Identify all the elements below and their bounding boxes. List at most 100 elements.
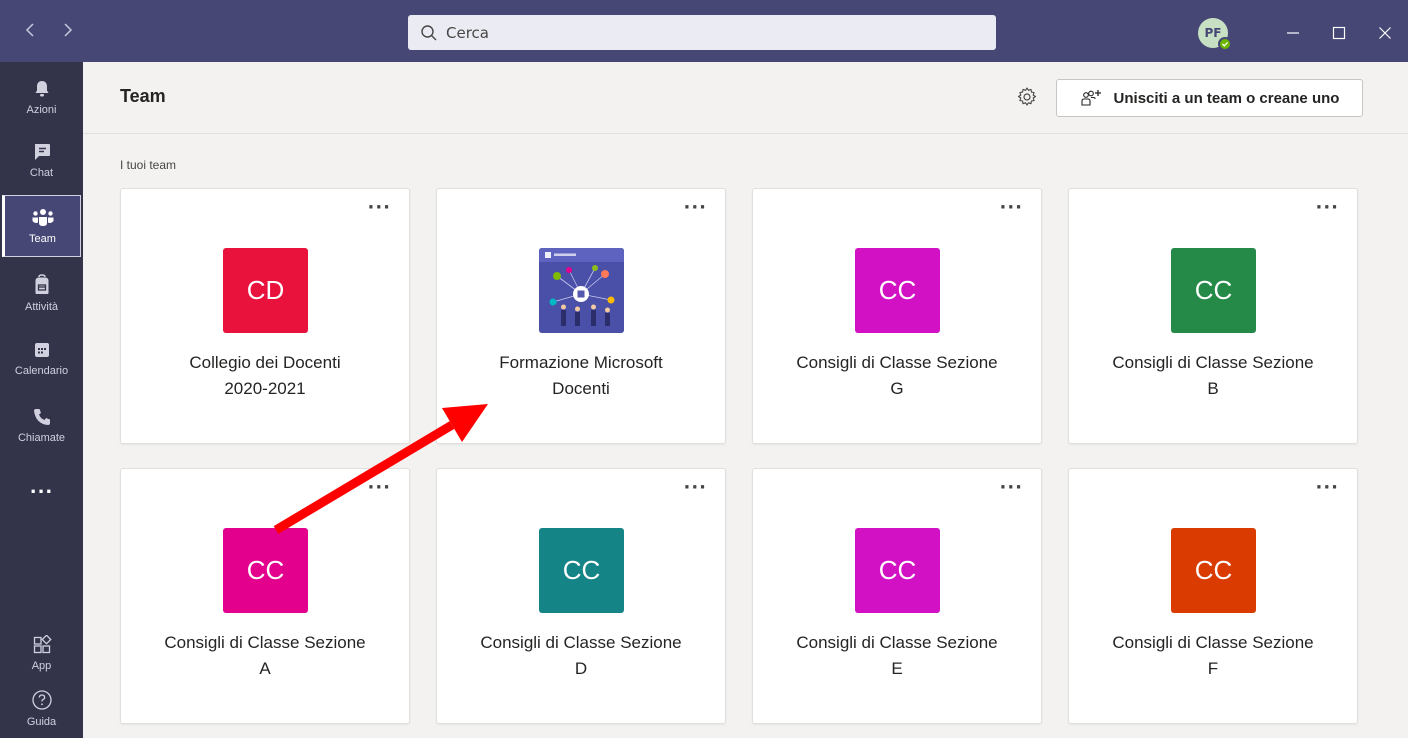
team-name: Consigli di Classe Sezione F [1079, 630, 1347, 682]
title-bar: PF [0, 0, 1408, 62]
rail-label: Chiamate [17, 431, 66, 444]
more-options-icon[interactable]: ··· [1315, 199, 1339, 217]
team-name-line: E [891, 659, 903, 678]
close-button[interactable] [1362, 18, 1408, 48]
gear-icon[interactable] [1016, 86, 1038, 108]
more-options-icon[interactable]: ··· [999, 479, 1023, 497]
rail-more-button[interactable]: ... [2, 456, 81, 518]
team-name: Consigli di Classe Sezione E [763, 630, 1031, 682]
team-avatar: CC [855, 528, 940, 613]
more-icon: ... [29, 476, 54, 498]
back-button[interactable] [20, 18, 40, 42]
team-avatar: CC [1171, 528, 1256, 613]
team-name-line: B [1207, 379, 1219, 398]
team-card[interactable]: ··· CC Consigli di Classe Sezione D [436, 468, 726, 724]
join-or-create-team-button[interactable]: Unisciti a un team o creane uno [1056, 79, 1363, 117]
team-initials: CC [1194, 275, 1233, 305]
search-input[interactable] [446, 23, 986, 42]
team-name-line: F [1207, 659, 1219, 678]
team-card[interactable]: ··· CC Consigli di Classe Sezione B [1068, 188, 1358, 444]
team-initials: CC [1194, 555, 1233, 585]
rail-item-guida[interactable]: Guida [2, 677, 81, 738]
team-card[interactable]: ··· CC Consigli di Classe Sezione F [1068, 468, 1358, 724]
more-options-icon[interactable]: ··· [683, 479, 707, 497]
rail-item-team[interactable]: Team [2, 195, 81, 257]
teams-icon [32, 208, 53, 226]
app-bar: Azioni Chat Team Attività Calendario Chi… [0, 62, 83, 738]
rail-item-chiamate[interactable]: Chiamate [2, 394, 81, 456]
more-options-icon[interactable]: ··· [999, 199, 1023, 217]
search-icon [421, 24, 437, 40]
team-name-line: Consigli di Classe Sezione [480, 633, 682, 652]
more-options-icon[interactable]: ··· [1315, 479, 1339, 497]
rail-label: Team [29, 232, 56, 245]
add-people-icon [1080, 90, 1101, 106]
team-card[interactable]: ··· Formazione Microsoft Docenti [436, 188, 726, 444]
avatar[interactable]: PF [1198, 18, 1232, 51]
rail-item-attivita[interactable]: Attività [2, 262, 81, 324]
rail-label: Guida [26, 715, 57, 728]
history-nav [20, 18, 78, 42]
team-name: Consigli di Classe Sezione B [1079, 350, 1347, 402]
presence-available-icon [1218, 37, 1232, 51]
more-options-icon[interactable]: ··· [367, 199, 391, 217]
team-initials: CD [246, 275, 285, 305]
team-card[interactable]: ··· CC Consigli di Classe Sezione A [120, 468, 410, 724]
team-avatar: CC [223, 528, 308, 613]
rail-item-chat[interactable]: Chat [2, 129, 81, 191]
team-avatar: CC [855, 248, 940, 333]
team-avatar: CC [539, 528, 624, 613]
maximize-icon [1332, 26, 1346, 40]
rail-label: Azioni [26, 103, 57, 116]
team-card[interactable]: ··· CD Collegio dei Docenti 2020-2021 [120, 188, 410, 444]
search-box[interactable] [408, 15, 996, 50]
rail-item-azioni[interactable]: Azioni [2, 66, 81, 128]
team-name-line: Docenti [552, 379, 610, 398]
close-icon [1379, 27, 1391, 39]
team-name-line: D [574, 659, 588, 678]
avatar-initials: PF [1204, 26, 1222, 40]
team-card[interactable]: ··· CC Consigli di Classe Sezione E [752, 468, 1042, 724]
team-initials: CC [246, 555, 285, 585]
section-label-your-teams: I tuoi team [120, 158, 177, 172]
rail-item-calendario[interactable]: Calendario [2, 327, 81, 389]
forward-button[interactable] [58, 18, 78, 42]
team-name-line: Collegio dei Docenti [189, 353, 341, 372]
team-initials: CC [562, 555, 601, 585]
minimize-button[interactable] [1270, 18, 1316, 48]
team-name-line: 2020-2021 [224, 379, 306, 398]
more-options-icon[interactable]: ··· [683, 199, 707, 217]
rail-item-app[interactable]: App [2, 622, 81, 684]
chevron-right-icon [64, 23, 73, 37]
team-name: Formazione Microsoft Docenti [447, 350, 715, 402]
microsoft-teams-image [539, 248, 624, 333]
team-name: Consigli di Classe Sezione G [763, 350, 1031, 402]
team-name-line: Consigli di Classe Sezione [796, 633, 998, 652]
rail-label: App [31, 659, 52, 672]
team-name-line: A [259, 659, 271, 678]
rail-label: Calendario [14, 364, 69, 377]
more-options-icon[interactable]: ··· [367, 479, 391, 497]
chat-icon [34, 143, 50, 160]
team-name: Consigli di Classe Sezione A [131, 630, 399, 682]
rail-label: Chat [29, 166, 54, 179]
chevron-left-icon [25, 23, 34, 37]
minimize-icon [1287, 32, 1299, 34]
page-title: Team [120, 86, 166, 106]
maximize-button[interactable] [1316, 18, 1362, 48]
team-name-line: Consigli di Classe Sezione [796, 353, 998, 372]
team-name-line: Consigli di Classe Sezione [164, 633, 366, 652]
team-name-line: G [890, 379, 904, 398]
phone-icon [33, 408, 50, 425]
team-initials: CC [878, 555, 917, 585]
backpack-icon [35, 273, 48, 294]
bell-icon [35, 80, 48, 96]
help-icon [31, 689, 52, 710]
team-name-line: Formazione Microsoft [499, 353, 663, 372]
team-name: Consigli di Classe Sezione D [447, 630, 715, 682]
calendar-icon [34, 342, 49, 357]
team-name-line: Consigli di Classe Sezione [1112, 633, 1314, 652]
page-header: Team Unisciti a un team o creane uno [83, 62, 1408, 134]
rail-label: Attività [24, 300, 58, 313]
team-card[interactable]: ··· CC Consigli di Classe Sezione G [752, 188, 1042, 444]
